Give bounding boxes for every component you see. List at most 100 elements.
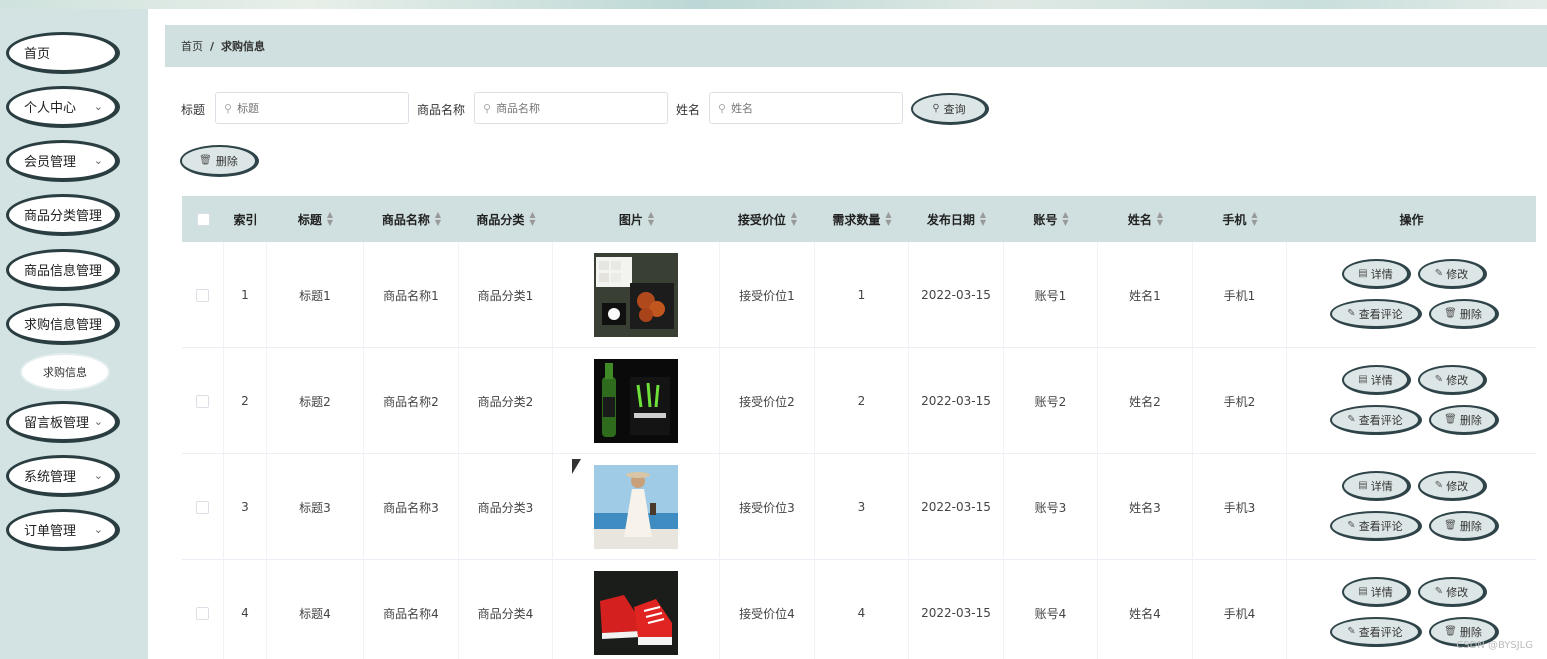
cell-select[interactable] — [182, 242, 224, 348]
edit-button[interactable]: ✎ 修改 — [1418, 577, 1487, 607]
detail-button[interactable]: ▤ 详情 — [1342, 577, 1411, 607]
sidebar: 首页 个人中心 ⌄ 会员管理 ⌄ 商品分类管理 商品信息管理 求购信息管理 求购… — [0, 9, 148, 659]
header-select-all[interactable] — [182, 196, 224, 242]
sidebar-item-label: 求购信息管理 — [24, 318, 103, 333]
cell-quantity: 3 — [815, 454, 909, 560]
header-goods-category-label: 商品分类 — [476, 212, 525, 227]
view-reviews-button[interactable]: ✎ 查看评论 — [1330, 405, 1422, 435]
pencil-icon: ✎ — [1434, 268, 1444, 279]
detail-button[interactable]: ▤ 详情 — [1342, 471, 1411, 501]
goods-name-search-input[interactable] — [496, 101, 647, 115]
edit-button[interactable]: ✎ 修改 — [1418, 365, 1487, 395]
sort-icon[interactable]: ▲ ▼ — [648, 211, 654, 227]
cell-name: 姓名2 — [1098, 348, 1193, 454]
cell-select[interactable] — [182, 454, 224, 560]
header-quantity[interactable]: 需求数量 ▲ ▼ — [815, 196, 909, 242]
sidebar-item-message-board[interactable]: 留言板管理 ⌄ — [6, 401, 120, 443]
sort-icon[interactable]: ▲ ▼ — [1157, 211, 1163, 227]
sort-icon[interactable]: ▲ ▼ — [1062, 211, 1068, 227]
delete-button[interactable]: 🗑 删除 — [1429, 511, 1499, 541]
sidebar-item-system-management[interactable]: 系统管理 ⌄ — [6, 455, 120, 497]
edit-button[interactable]: ✎ 修改 — [1418, 471, 1487, 501]
pencil-icon: ✎ — [1347, 308, 1356, 319]
mouse-cursor — [572, 459, 581, 474]
batch-delete-button[interactable]: 🗑 删除 — [180, 145, 259, 177]
sort-icon[interactable]: ▲ ▼ — [1251, 211, 1257, 227]
cell-index: 4 — [224, 560, 267, 659]
sidebar-subitem-purchase-info[interactable]: 求购信息 — [22, 355, 108, 389]
sort-icon[interactable]: ▲ ▼ — [529, 211, 535, 227]
delete-button[interactable]: 🗑 删除 — [1429, 299, 1499, 329]
name-search-input[interactable] — [731, 101, 882, 115]
sort-icon[interactable]: ▲ ▼ — [791, 211, 797, 227]
sidebar-item-member-management[interactable]: 会员管理 ⌄ — [6, 140, 120, 182]
cell-goods-category: 商品分类4 — [459, 560, 553, 659]
sidebar-item-order-management[interactable]: 订单管理 ⌄ — [6, 509, 120, 551]
sort-icon[interactable]: ▲ ▼ — [327, 211, 333, 227]
header-account[interactable]: 账号 ▲ ▼ — [1004, 196, 1098, 242]
detail-button[interactable]: ▤ 详情 — [1342, 365, 1411, 395]
breadcrumb-home[interactable]: 首页 — [181, 38, 203, 54]
query-button[interactable]: ⚲ 查询 — [911, 93, 989, 125]
cell-select[interactable] — [182, 560, 224, 659]
view-reviews-button[interactable]: ✎ 查看评论 — [1330, 299, 1422, 329]
query-button-label: 查询 — [943, 102, 966, 116]
row-checkbox[interactable] — [196, 500, 209, 514]
delete-button-label: 删除 — [1459, 625, 1482, 639]
view-reviews-button[interactable]: ✎ 查看评论 — [1330, 617, 1422, 647]
header-account-label: 账号 — [1033, 212, 1058, 227]
cell-image — [553, 348, 720, 454]
row-checkbox[interactable] — [196, 606, 209, 620]
header-title-label: 标题 — [297, 212, 322, 227]
cell-goods-category: 商品分类3 — [459, 454, 553, 560]
delete-button-label: 删除 — [1459, 307, 1482, 321]
filter-goods-field[interactable]: ⚲ — [474, 92, 668, 124]
filter-title-field[interactable]: ⚲ — [215, 92, 409, 124]
cell-account: 账号4 — [1004, 560, 1098, 659]
header-actions: 操作 — [1287, 196, 1536, 242]
row-checkbox[interactable] — [196, 394, 209, 408]
header-goods-name[interactable]: 商品名称 ▲ ▼ — [364, 196, 459, 242]
pencil-icon: ✎ — [1347, 626, 1356, 637]
cell-phone: 手机3 — [1193, 454, 1287, 560]
header-phone[interactable]: 手机 ▲ ▼ — [1193, 196, 1287, 242]
edit-button-label: 修改 — [1446, 373, 1469, 387]
sort-icon[interactable]: ▲ ▼ — [435, 211, 441, 227]
view-reviews-button[interactable]: ✎ 查看评论 — [1330, 511, 1422, 541]
sidebar-item-home[interactable]: 首页 — [6, 32, 120, 74]
header-date[interactable]: 发布日期 ▲ ▼ — [909, 196, 1004, 242]
sort-icon[interactable]: ▲ ▼ — [980, 211, 986, 227]
document-icon: ▤ — [1358, 268, 1368, 279]
cell-account: 账号3 — [1004, 454, 1098, 560]
delete-button[interactable]: 🗑 删除 — [1429, 405, 1499, 435]
filter-name-field[interactable]: ⚲ — [709, 92, 903, 124]
header-goods-category[interactable]: 商品分类 ▲ ▼ — [459, 196, 553, 242]
header-date-label: 发布日期 — [926, 212, 975, 227]
edit-button-label: 修改 — [1446, 585, 1469, 599]
header-image[interactable]: 图片 ▲ ▼ — [553, 196, 720, 242]
cell-select[interactable] — [182, 348, 224, 454]
sidebar-item-purchase-management[interactable]: 求购信息管理 — [6, 303, 120, 345]
sidebar-item-goods-management[interactable]: 商品信息管理 — [6, 249, 120, 291]
cell-account: 账号1 — [1004, 242, 1098, 348]
edit-button[interactable]: ✎ 修改 — [1418, 259, 1487, 289]
sidebar-item-category-management[interactable]: 商品分类管理 — [6, 194, 120, 236]
search-icon: ⚲ — [224, 101, 233, 115]
header-title[interactable]: 标题 ▲ ▼ — [267, 196, 364, 242]
header-phone-label: 手机 — [1222, 212, 1247, 227]
sidebar-item-personal-center[interactable]: 个人中心 ⌄ — [6, 86, 120, 128]
title-search-input[interactable] — [237, 101, 388, 115]
search-icon: ⚲ — [483, 101, 492, 115]
header-accept-price[interactable]: 接受价位 ▲ ▼ — [720, 196, 815, 242]
view-reviews-button-label: 查看评论 — [1358, 519, 1403, 533]
header-name[interactable]: 姓名 ▲ ▼ — [1098, 196, 1193, 242]
cell-name: 姓名4 — [1098, 560, 1193, 659]
document-icon: ▤ — [1358, 480, 1368, 491]
select-all-checkbox[interactable] — [196, 212, 210, 226]
cell-actions: ▤ 详情 ✎ 修改 ✎ 查看评论 🗑 删除 — [1287, 348, 1536, 454]
sort-icon[interactable]: ▲ ▼ — [885, 211, 891, 227]
cell-accept-price: 接受价位4 — [720, 560, 815, 659]
document-icon: ▤ — [1358, 374, 1368, 385]
row-checkbox[interactable] — [196, 288, 209, 302]
detail-button[interactable]: ▤ 详情 — [1342, 259, 1411, 289]
